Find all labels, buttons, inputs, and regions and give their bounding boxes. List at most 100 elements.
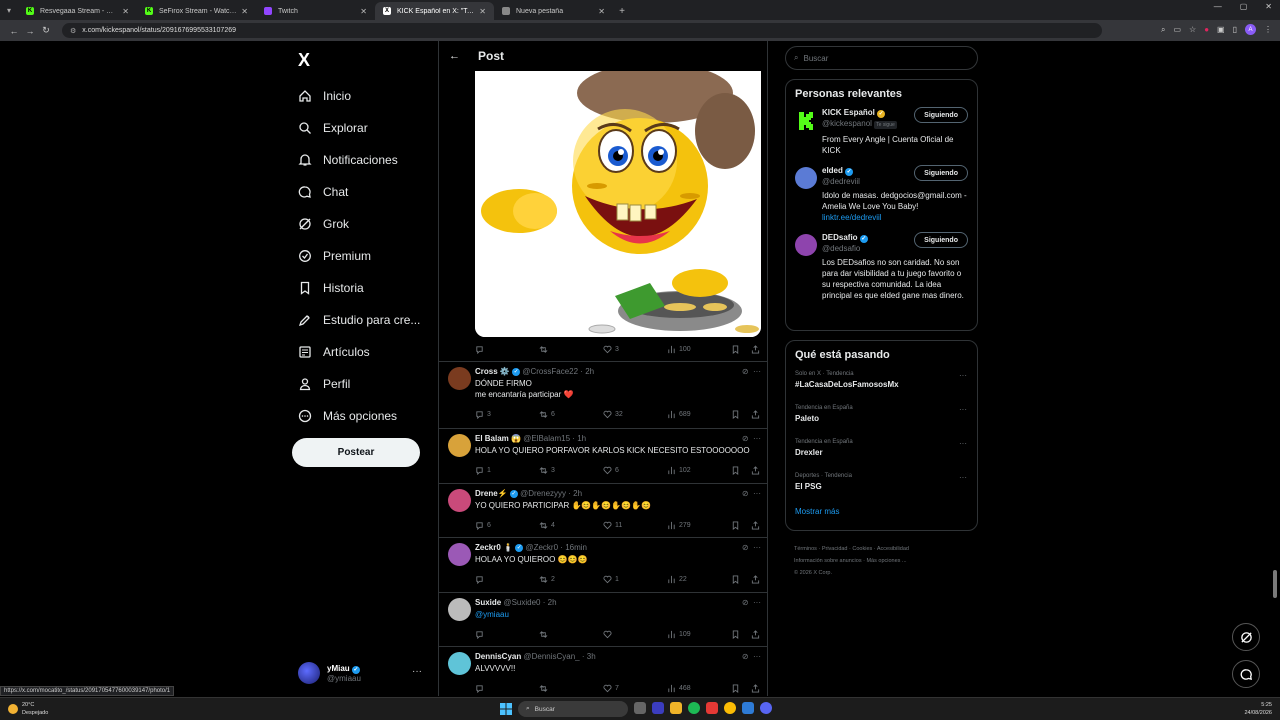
profile-avatar[interactable]: A [1245, 24, 1256, 35]
following-button[interactable]: Siguiendo [914, 107, 968, 123]
bookmark-button[interactable] [731, 520, 751, 530]
browser-tab[interactable]: Nueva pestaña ✕ [494, 2, 613, 20]
reply-author-name[interactable]: Suxide [475, 598, 501, 607]
tab-search-icon[interactable]: ▾ [0, 0, 18, 20]
bookmark-button[interactable] [731, 574, 751, 584]
views-button[interactable]: 468 [667, 684, 731, 693]
nav-item-notificaciones[interactable]: Notificaciones [298, 144, 420, 176]
avatar[interactable] [448, 652, 471, 675]
reply-button[interactable]: 1 [475, 466, 539, 475]
bio-link[interactable]: linktr.ee/dedreviil [822, 212, 968, 223]
repost-button[interactable]: 2 [539, 575, 603, 584]
more-dots-icon[interactable]: ··· [753, 543, 761, 552]
cast-icon[interactable]: ▭ [1173, 25, 1181, 34]
minimize-icon[interactable]: — [1214, 2, 1222, 11]
relevant-person[interactable]: KICK Español ✓ @kickespanol Te sigue Fro… [786, 106, 977, 164]
avatar[interactable] [448, 598, 471, 621]
bookmark-button[interactable] [731, 465, 751, 475]
close-tab-icon[interactable]: ✕ [122, 7, 129, 16]
more-dots-icon[interactable]: ··· [753, 598, 761, 607]
grok-icon[interactable]: ⊘ [742, 543, 749, 552]
like-button[interactable]: 7 [603, 684, 667, 693]
task-view-icon[interactable] [634, 702, 646, 714]
grok-fab-button[interactable] [1232, 623, 1260, 651]
share-button[interactable] [751, 683, 761, 693]
relevant-person[interactable]: DEDsafio ✓ @dedsafio Los DEDsafios no so… [786, 231, 977, 309]
close-tab-icon[interactable]: ✕ [598, 7, 605, 16]
sidepanel-icon[interactable]: ▯ [1233, 25, 1237, 34]
like-button[interactable]: 11 [603, 521, 667, 530]
reply-post[interactable]: DennisCyan @DennisCyan_ · 3h ⊘ ··· ALVVV… [439, 646, 767, 696]
avatar[interactable] [448, 367, 471, 390]
like-button[interactable]: 32 [603, 410, 667, 419]
reply-button[interactable]: 6 [475, 521, 539, 530]
reply-post[interactable]: Cross ⚙️ ✓ @CrossFace22 · 2h ⊘ ··· DÓNDE… [439, 361, 767, 428]
reply-author-name[interactable]: Zeckr0 [475, 543, 501, 552]
views-button[interactable]: 22 [667, 575, 731, 584]
forward-arrow-icon[interactable]: → [22, 26, 38, 36]
trend-item[interactable]: Tendencia en España Drexler ··· [786, 435, 977, 469]
like-button[interactable] [603, 630, 667, 639]
reload-icon[interactable]: ↻ [38, 25, 54, 36]
like-button[interactable]: 6 [603, 466, 667, 475]
bookmark-star-icon[interactable]: ☆ [1189, 25, 1196, 34]
search-input[interactable]: ⌕ Buscar [785, 46, 978, 70]
reply-author-name[interactable]: El Balam [475, 434, 509, 443]
footer-link[interactable]: Accesibilidad [877, 546, 909, 552]
extension-icon[interactable]: ● [1204, 25, 1209, 34]
reply-post[interactable]: El Balam 😱 @ElBalam15 · 1h ⊘ ··· HOLA YO… [439, 428, 767, 483]
close-window-icon[interactable]: ✕ [1265, 2, 1272, 11]
reply-post[interactable]: Zeckr0 🕯️ ✓ @Zeckr0 · 16min ⊘ ··· HOLAA … [439, 537, 767, 592]
nav-item-más-opciones[interactable]: Más opciones [298, 400, 420, 432]
windows-start-icon[interactable] [500, 703, 512, 715]
repost-button[interactable] [539, 684, 603, 693]
x-logo-icon[interactable]: X [298, 50, 310, 71]
reply-button[interactable] [475, 684, 539, 693]
bookmark-button[interactable] [731, 629, 751, 639]
site-info-icon[interactable]: ⚙ [70, 27, 76, 35]
messages-fab-button[interactable] [1232, 660, 1260, 688]
nav-item-estudio-para-cre-[interactable]: Estudio para cre... [298, 304, 420, 336]
avatar[interactable] [795, 109, 817, 131]
premiere-icon[interactable] [652, 702, 664, 714]
repost-button[interactable]: 3 [539, 466, 603, 475]
more-dots-icon[interactable]: ··· [959, 371, 967, 380]
taskbar-search-input[interactable]: ⌕ Buscar [518, 701, 628, 717]
back-arrow-icon[interactable]: ← [449, 50, 460, 62]
grok-icon[interactable]: ⊘ [742, 598, 749, 607]
spotify-icon[interactable] [688, 702, 700, 714]
more-dots-icon[interactable]: ··· [959, 405, 967, 414]
trend-item[interactable]: Tendencia en España Paleto ··· [786, 401, 977, 435]
grok-icon[interactable]: ⊘ [742, 434, 749, 443]
bookmark-button[interactable] [731, 683, 751, 693]
views-button[interactable]: 100 [667, 345, 731, 354]
post-image[interactable] [475, 71, 761, 337]
account-switcher[interactable]: yMiau ✓ @ymiaau ··· [298, 660, 432, 686]
footer-link[interactable]: Privacidad [822, 546, 848, 552]
footer-link[interactable]: Cookies [852, 546, 872, 552]
weather-widget[interactable]: 20°C Despejado [8, 701, 48, 717]
share-button[interactable] [751, 465, 761, 475]
avatar[interactable] [448, 489, 471, 512]
nav-item-grok[interactable]: Grok [298, 208, 420, 240]
repost-button[interactable]: 4 [539, 521, 603, 530]
bookmark-button[interactable] [731, 344, 751, 354]
nav-item-inicio[interactable]: Inicio [298, 80, 420, 112]
page-scrollbar[interactable] [1272, 44, 1278, 694]
more-dots-icon[interactable]: ··· [412, 666, 422, 677]
maximize-icon[interactable]: ▢ [1240, 2, 1248, 11]
reply-author-name[interactable]: Cross [475, 367, 498, 376]
reply-post[interactable]: Drene⚡ ✓ @Drenezyyy · 2h ⊘ ··· YO QUIERO… [439, 483, 767, 537]
app-icon[interactable] [706, 702, 718, 714]
views-button[interactable]: 279 [667, 521, 731, 530]
file-explorer-icon[interactable] [670, 702, 682, 714]
avatar[interactable] [448, 543, 471, 566]
browser-tab[interactable]: K Resvegaaa Stream - Watch Live ✕ [18, 2, 137, 20]
reply-post[interactable]: Suxide @Suxide0 · 2h ⊘ ··· @ymiaau 109 [439, 592, 767, 646]
more-dots-icon[interactable]: ··· [753, 434, 761, 443]
system-clock[interactable]: 5:25 24/08/2026 [1244, 701, 1272, 717]
chrome-icon[interactable] [724, 702, 736, 714]
reply-author-name[interactable]: Drene⚡ [475, 489, 508, 498]
more-dots-icon[interactable]: ··· [959, 439, 967, 448]
more-dots-icon[interactable]: ··· [753, 652, 761, 661]
